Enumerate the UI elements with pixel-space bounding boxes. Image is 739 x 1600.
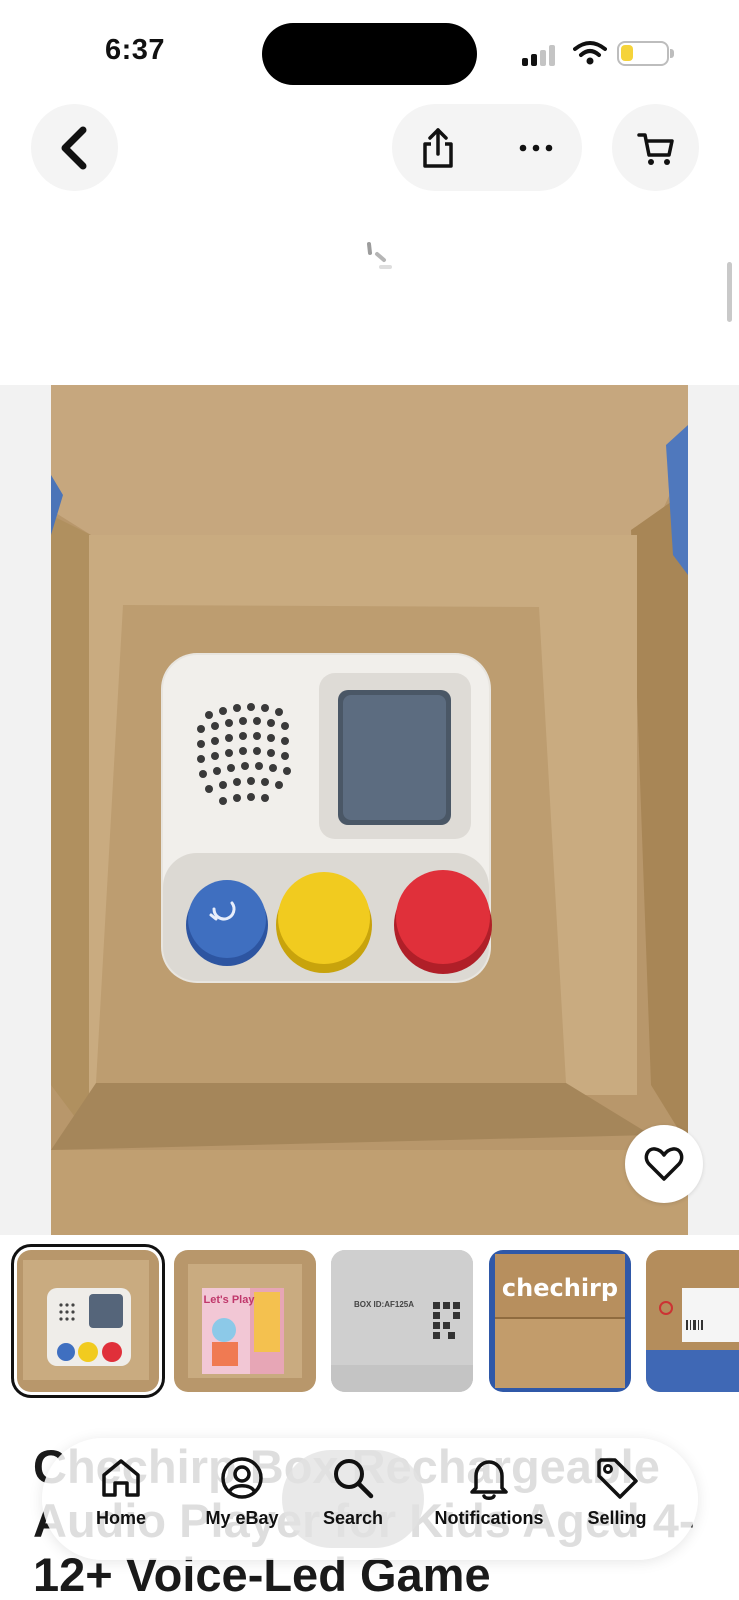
favorite-button[interactable] [625, 1125, 703, 1203]
loading-spinner-icon [364, 240, 400, 276]
thumbnail-2-label: Let's Play [203, 1294, 255, 1306]
chevron-left-icon [61, 126, 86, 169]
thumbnail-5[interactable] [646, 1250, 739, 1392]
thumbnail-1[interactable] [11, 1244, 165, 1398]
battery-icon [617, 41, 674, 66]
heart-outline-icon [644, 1147, 684, 1181]
thumbnail-3-label: BOX ID:AF125A [353, 1300, 414, 1309]
nav-selling[interactable]: Selling [562, 1450, 672, 1548]
product-image[interactable] [51, 385, 688, 1235]
action-pill [392, 104, 582, 191]
thumbnail-strip: Let's Play BOX ID:AF125A chechirp [0, 1244, 739, 1398]
status-time: 6:37 [105, 34, 166, 66]
nav-notifications-label: Notifications [434, 1508, 544, 1528]
nav-notifications[interactable]: Notifications [414, 1450, 564, 1548]
product-page: 6:37 Let's Play BOX ID:AF125A chechirp 1… [0, 0, 739, 1600]
account-icon [221, 1457, 263, 1499]
dynamic-island [262, 23, 477, 85]
thumbnail-2[interactable]: Let's Play [174, 1250, 316, 1392]
thumbnail-4[interactable]: chechirp [489, 1250, 631, 1392]
bottom-nav: Home My eBay Search Notifications Sellin… [42, 1438, 698, 1560]
back-button[interactable] [31, 104, 118, 191]
share-icon [423, 128, 453, 168]
bell-icon [470, 1460, 508, 1500]
share-button[interactable] [412, 122, 464, 174]
signal-icon [522, 44, 560, 66]
home-icon [102, 1459, 140, 1497]
scroll-indicator [727, 262, 732, 322]
nav-search[interactable]: Search [282, 1450, 424, 1548]
nav-home[interactable]: Home [66, 1450, 176, 1548]
tag-icon [597, 1458, 638, 1499]
search-icon [334, 1459, 374, 1499]
shopping-cart-icon [636, 132, 674, 165]
nav-selling-label: Selling [587, 1508, 647, 1528]
nav-search-label: Search [322, 1508, 384, 1528]
cart-button[interactable] [612, 104, 699, 191]
nav-home-label: Home [95, 1508, 146, 1528]
more-options-button[interactable] [510, 122, 562, 174]
wifi-icon [573, 41, 607, 65]
thumbnail-3[interactable]: BOX ID:AF125A [331, 1250, 473, 1392]
thumbnail-4-brand: chechirp [501, 1274, 619, 1302]
more-horizontal-icon [519, 144, 553, 152]
nav-my-ebay-label: My eBay [205, 1508, 279, 1528]
